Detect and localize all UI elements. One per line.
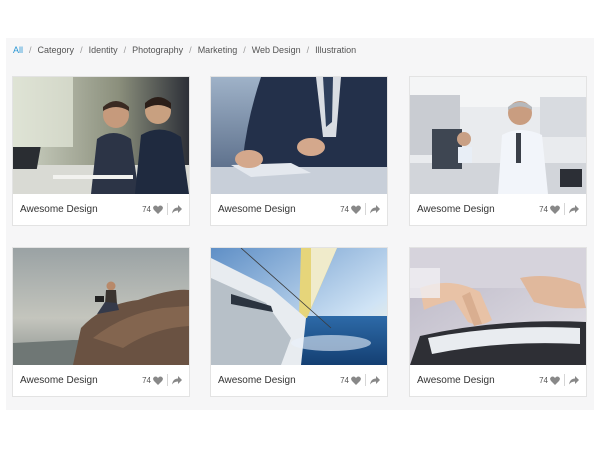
footer-divider bbox=[365, 203, 366, 215]
share-icon[interactable] bbox=[172, 375, 182, 385]
share-icon[interactable] bbox=[569, 375, 579, 385]
card-footer: Awesome Design 74 bbox=[211, 365, 387, 396]
filter-all[interactable]: All bbox=[13, 45, 23, 55]
card-footer: Awesome Design 74 bbox=[211, 194, 387, 225]
filter-separator: / bbox=[306, 45, 310, 55]
footer-divider bbox=[564, 203, 565, 215]
portfolio-filter-bar: All / Category / Identity / Photography … bbox=[13, 44, 356, 56]
portfolio-card[interactable]: Awesome Design 74 bbox=[409, 76, 587, 226]
heart-icon bbox=[351, 376, 361, 385]
filter-marketing[interactable]: Marketing bbox=[198, 45, 238, 55]
card-title[interactable]: Awesome Design bbox=[218, 375, 296, 386]
filter-separator: / bbox=[29, 45, 32, 55]
man-on-rock-laptop-photo[interactable] bbox=[13, 248, 189, 365]
like-count-value: 74 bbox=[340, 205, 349, 214]
footer-divider bbox=[365, 374, 366, 386]
filter-photography[interactable]: Photography bbox=[132, 45, 183, 55]
share-icon[interactable] bbox=[370, 204, 380, 214]
heart-icon bbox=[550, 205, 560, 214]
footer-divider bbox=[167, 374, 168, 386]
like-count[interactable]: 74 bbox=[142, 376, 163, 385]
portfolio-card[interactable]: Awesome Design 74 bbox=[12, 76, 190, 226]
filter-separator: / bbox=[123, 45, 127, 55]
card-footer: Awesome Design 74 bbox=[410, 194, 586, 225]
hand-on-tablet-photo[interactable] bbox=[410, 248, 586, 365]
like-count-value: 74 bbox=[340, 376, 349, 385]
share-icon[interactable] bbox=[172, 204, 182, 214]
card-title[interactable]: Awesome Design bbox=[218, 204, 296, 215]
like-count[interactable]: 74 bbox=[539, 205, 560, 214]
share-icon[interactable] bbox=[569, 204, 579, 214]
filter-separator: / bbox=[80, 45, 83, 55]
portfolio-card[interactable]: Awesome Design 74 bbox=[409, 247, 587, 397]
like-count-value: 74 bbox=[539, 205, 548, 214]
filter-identity[interactable]: Identity bbox=[89, 45, 118, 55]
like-count[interactable]: 74 bbox=[142, 205, 163, 214]
heart-icon bbox=[550, 376, 560, 385]
sailboat-photo[interactable] bbox=[211, 248, 387, 365]
business-meeting-photo[interactable] bbox=[13, 77, 189, 194]
heart-icon bbox=[153, 205, 163, 214]
like-count[interactable]: 74 bbox=[340, 205, 361, 214]
like-count-value: 74 bbox=[142, 205, 151, 214]
card-title[interactable]: Awesome Design bbox=[417, 204, 495, 215]
card-title[interactable]: Awesome Design bbox=[20, 375, 98, 386]
card-title[interactable]: Awesome Design bbox=[417, 375, 495, 386]
footer-divider bbox=[564, 374, 565, 386]
filter-category[interactable]: Category bbox=[38, 45, 75, 55]
like-count[interactable]: 74 bbox=[539, 376, 560, 385]
filter-separator: / bbox=[243, 45, 246, 55]
share-icon[interactable] bbox=[370, 375, 380, 385]
portfolio-card[interactable]: Awesome Design 74 bbox=[12, 247, 190, 397]
like-count[interactable]: 74 bbox=[340, 376, 361, 385]
filter-web-design[interactable]: Web Design bbox=[252, 45, 301, 55]
office-workers-photo[interactable] bbox=[410, 77, 586, 194]
businessman-tablet-photo[interactable] bbox=[211, 77, 387, 194]
card-title[interactable]: Awesome Design bbox=[20, 204, 98, 215]
heart-icon bbox=[351, 205, 361, 214]
heart-icon bbox=[153, 376, 163, 385]
footer-divider bbox=[167, 203, 168, 215]
card-footer: Awesome Design 74 bbox=[13, 365, 189, 396]
card-footer: Awesome Design 74 bbox=[13, 194, 189, 225]
card-footer: Awesome Design 74 bbox=[410, 365, 586, 396]
filter-separator: / bbox=[189, 45, 192, 55]
filter-illustration[interactable]: Illustration bbox=[315, 45, 356, 55]
like-count-value: 74 bbox=[539, 376, 548, 385]
like-count-value: 74 bbox=[142, 376, 151, 385]
portfolio-card[interactable]: Awesome Design 74 bbox=[210, 76, 388, 226]
portfolio-card[interactable]: Awesome Design 74 bbox=[210, 247, 388, 397]
